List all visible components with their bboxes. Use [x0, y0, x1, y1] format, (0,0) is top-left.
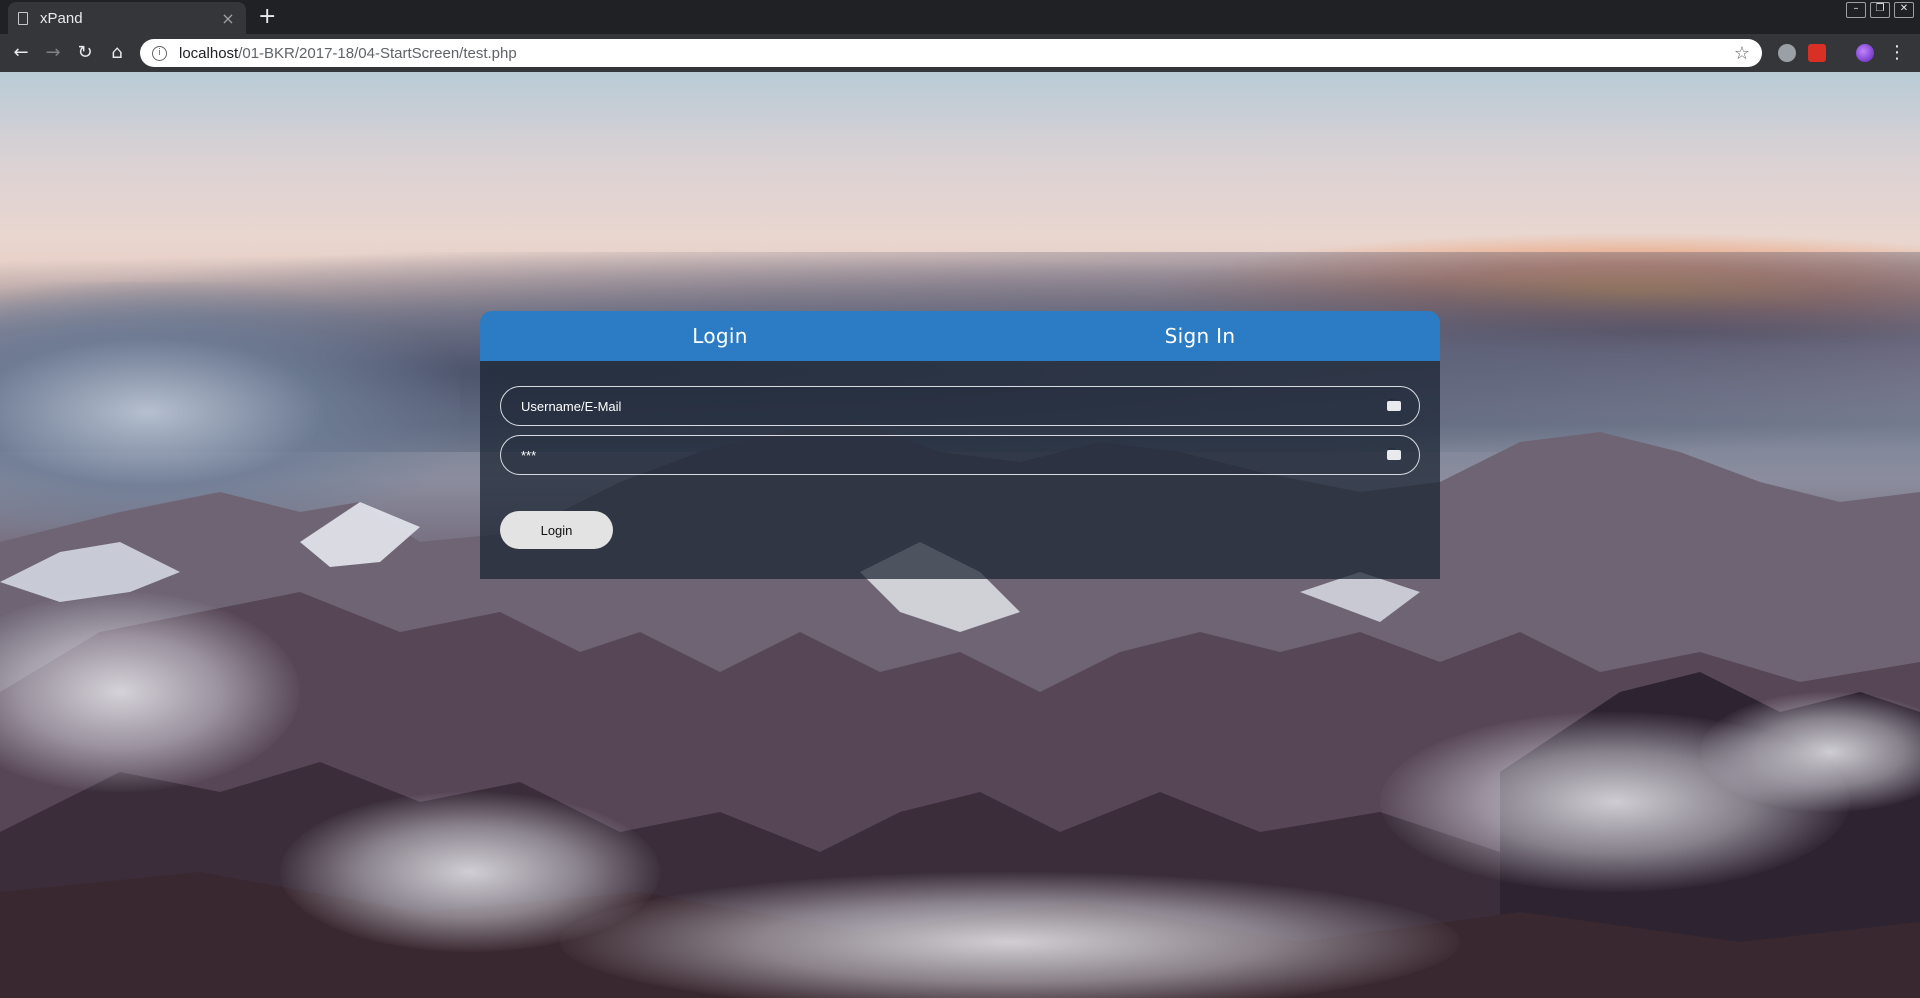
reload-icon[interactable]: ↻ — [74, 42, 96, 63]
tab-close-icon[interactable]: × — [220, 9, 236, 28]
username-input[interactable]: Username/E-Mail — [521, 399, 1387, 414]
password-field[interactable]: *** — [500, 435, 1420, 475]
browser-tab[interactable]: xPand × — [8, 2, 246, 34]
tab-sign-in[interactable]: Sign In — [960, 311, 1440, 361]
login-button[interactable]: Login — [500, 511, 613, 549]
tab-login[interactable]: Login — [480, 311, 960, 361]
password-manager-icon[interactable] — [1387, 444, 1401, 460]
password-input[interactable]: *** — [521, 448, 1387, 463]
minimize-button[interactable]: – — [1846, 2, 1866, 18]
window-controls: – ❐ ✕ — [1846, 2, 1914, 18]
login-panel: Login Sign In Username/E-Mail *** Login — [480, 311, 1440, 579]
profile-avatar-icon[interactable] — [1856, 44, 1874, 62]
bookmark-star-icon[interactable]: ☆ — [1734, 43, 1750, 64]
login-form: Username/E-Mail *** Login — [480, 361, 1440, 579]
url-host: localhost — [179, 44, 239, 62]
site-info-icon[interactable]: i — [152, 45, 167, 61]
restore-button[interactable]: ❐ — [1870, 2, 1890, 18]
close-window-button[interactable]: ✕ — [1894, 2, 1914, 18]
browser-toolbar: ← → ↻ ⌂ i localhost/01-BKR/2017-18/04-St… — [0, 34, 1920, 72]
username-field[interactable]: Username/E-Mail — [500, 386, 1420, 426]
adblock-extension-icon[interactable] — [1778, 44, 1796, 62]
password-manager-icon[interactable] — [1387, 395, 1401, 411]
auth-tabs: Login Sign In — [480, 311, 1440, 361]
forward-icon[interactable]: → — [42, 42, 64, 63]
browser-tab-bar: xPand × + – ❐ ✕ — [0, 0, 1920, 34]
back-icon[interactable]: ← — [10, 42, 32, 63]
page-icon — [18, 11, 28, 25]
new-tab-button[interactable]: + — [258, 4, 276, 29]
home-icon[interactable]: ⌂ — [106, 42, 128, 63]
lastpass-extension-icon[interactable] — [1808, 44, 1826, 62]
tab-title: xPand — [40, 9, 83, 27]
browser-menu-icon[interactable]: ⋮ — [1888, 42, 1906, 63]
url-path: /01-BKR/2017-18/04-StartScreen/test.php — [238, 44, 517, 62]
address-bar[interactable]: i localhost/01-BKR/2017-18/04-StartScree… — [140, 39, 1762, 67]
